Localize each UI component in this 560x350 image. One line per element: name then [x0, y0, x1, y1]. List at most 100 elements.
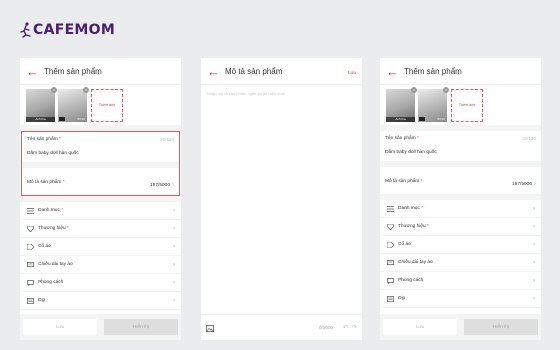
menu-item-label: Thương hiệu	[38, 226, 66, 231]
list-icon	[26, 207, 34, 215]
menu-item-label: Danh mục	[38, 208, 60, 213]
product-video-thumb[interactable]: × 00:10	[58, 86, 89, 122]
diamond-icon	[386, 223, 394, 231]
menu-item-collar[interactable]: Cổ áo ›	[20, 238, 181, 256]
cover-caption: Ảnh bìa	[386, 116, 415, 122]
chevron-right-icon: ›	[533, 295, 535, 302]
menu-item-collar[interactable]: Cổ áo ›	[380, 236, 541, 254]
chevron-right-icon: ›	[173, 297, 175, 304]
save-button[interactable]: Lưu	[23, 319, 97, 335]
message-icon	[26, 261, 34, 269]
menu-item-label: Dịp	[38, 298, 46, 303]
remove-image-icon[interactable]: ×	[51, 86, 57, 93]
product-image-cover[interactable]: × Ảnh bìa	[26, 86, 57, 122]
back-arrow-icon[interactable]: ←	[26, 65, 40, 78]
character-counter: 0/5000	[319, 325, 333, 330]
menu-item-label: Chiều dài tay áo	[398, 260, 433, 265]
chevron-right-icon: ›	[533, 259, 535, 266]
remove-image-icon[interactable]: ×	[411, 86, 417, 93]
redo-icon[interactable]: ↷	[352, 324, 357, 331]
page-title: Thêm sản phẩm	[44, 66, 102, 76]
product-name-input[interactable]: Đầm baby doll hàn quốc	[27, 151, 174, 156]
chevron-right-icon: ›	[534, 181, 536, 187]
chat-icon	[386, 277, 394, 285]
menu-item-category[interactable]: Danh mục * ›	[380, 200, 541, 218]
chevron-right-icon: ›	[173, 261, 175, 268]
display-button[interactable]: Hiển thị	[464, 319, 538, 335]
back-arrow-icon[interactable]: ←	[386, 65, 400, 78]
back-arrow-icon[interactable]: ←	[207, 65, 221, 78]
menu-item-label: Cổ áo	[38, 244, 51, 249]
menu-item-label: Phong cách	[38, 280, 64, 285]
add-image-button[interactable]: Thêm ảnh	[451, 88, 483, 122]
page-title: Mô tả sản phẩm	[225, 66, 283, 76]
product-description-counter: 197/5000	[511, 182, 532, 187]
product-name-label: Tên sản phẩm *	[27, 137, 61, 142]
product-name-label: Tên sản phẩm *	[385, 136, 419, 141]
product-description-row[interactable]: Mô tả sản phẩm * 197/5000 ›	[27, 168, 174, 191]
image-row: × Ảnh bìa × 00:10 Thêm ảnh	[380, 85, 541, 125]
video-duration: 00:10	[77, 116, 85, 121]
product-description-row[interactable]: Mô tả sản phẩm * 197/5000 ›	[385, 167, 536, 190]
list-icon	[386, 205, 394, 213]
product-image-cover[interactable]: × Ảnh bìa	[386, 86, 417, 122]
menu-item-brand[interactable]: Thương hiệu * ›	[380, 218, 541, 236]
product-description-label: Mô tả sản phẩm *	[27, 179, 65, 185]
video-duration: 00:10	[437, 116, 445, 121]
image-icon[interactable]	[206, 319, 214, 337]
remove-image-icon[interactable]: ×	[83, 86, 89, 93]
menu-item-label: Chiều dài tay áo	[38, 262, 73, 267]
menu-item-label: Dịp	[398, 296, 406, 301]
chat-icon	[26, 279, 34, 287]
menu-item-style[interactable]: Phong cách ›	[20, 274, 181, 292]
brand-logo: CAFEMOM	[20, 22, 115, 38]
add-image-button[interactable]: Thêm ảnh	[91, 88, 123, 122]
menu-item-sleeve-length[interactable]: Chiều dài tay áo ›	[380, 254, 541, 272]
save-link[interactable]: Lưu	[348, 70, 356, 75]
menu-item-sleeve-length[interactable]: Chiều dài tay áo ›	[20, 256, 181, 274]
menu-item-label: Thương hiệu	[398, 224, 426, 229]
chevron-right-icon: ›	[533, 205, 535, 212]
menu-item-brand[interactable]: Thương hiệu * ›	[20, 220, 181, 238]
tag-icon	[26, 243, 34, 251]
cover-caption: Ảnh bìa	[26, 116, 55, 122]
header: ← Mô tả sản phẩm Lưu	[201, 58, 362, 84]
product-info-block: Tên sản phẩm * 20/120 Đầm baby doll hàn …	[21, 131, 180, 196]
display-button[interactable]: Hiển thị	[104, 319, 178, 335]
diamond-icon	[26, 225, 34, 233]
attribute-menu: Danh mục * › Thương hiệu * › Cổ áo › Chi…	[380, 200, 541, 308]
image-row: × Ảnh bìa × 00:10 Thêm ảnh	[20, 85, 181, 125]
undo-icon[interactable]: ↶	[343, 324, 348, 331]
chevron-right-icon: ›	[173, 243, 175, 250]
chevron-right-icon: ›	[173, 279, 175, 286]
video-camera-icon	[59, 116, 65, 121]
product-info-block: Tên sản phẩm * 20/120 Đầm baby doll hàn …	[380, 131, 541, 194]
chevron-right-icon: ›	[533, 223, 535, 230]
product-name-counter: 20/120	[160, 137, 174, 142]
description-textarea[interactable]: Nhập mô tả sản phẩm ngắn và dễ hiểu nhất	[201, 85, 362, 102]
save-button[interactable]: Lưu	[383, 319, 457, 335]
menu-item-label: Danh mục	[398, 206, 420, 211]
page-title: Thêm sản phẩm	[404, 66, 462, 76]
product-name-counter: 20/120	[522, 136, 536, 141]
menu-item-occasion[interactable]: Dịp ›	[20, 292, 181, 310]
chevron-right-icon: ›	[533, 277, 535, 284]
menu-item-occasion[interactable]: Dịp ›	[380, 290, 541, 308]
action-footer: Lưu Hiển thị	[20, 314, 181, 340]
product-video-thumb[interactable]: × 00:10	[418, 86, 449, 122]
header: ← Thêm sản phẩm	[380, 58, 541, 84]
menu-item-category[interactable]: Danh mục * ›	[20, 202, 181, 220]
menu-item-style[interactable]: Phong cách ›	[380, 272, 541, 290]
screen-add-product-1: ← Thêm sản phẩm × Ảnh bìa × 00:10 Thêm ả…	[20, 58, 181, 340]
brand-name: CAFEMOM	[33, 22, 116, 38]
header: ← Thêm sản phẩm	[20, 58, 181, 84]
menu-item-label: Cổ áo	[398, 242, 411, 247]
video-camera-icon	[419, 116, 425, 121]
chevron-right-icon: ›	[173, 225, 175, 232]
chevron-right-icon: ›	[173, 207, 175, 214]
chevron-right-icon: ›	[533, 241, 535, 248]
remove-image-icon[interactable]: ×	[443, 86, 449, 93]
product-name-input[interactable]: Đầm baby doll hàn quốc	[385, 150, 536, 155]
product-description-label: Mô tả sản phẩm *	[385, 178, 423, 184]
screen-add-product-2: ← Thêm sản phẩm × Ảnh bìa × 00:10 Thêm ả…	[380, 58, 541, 340]
